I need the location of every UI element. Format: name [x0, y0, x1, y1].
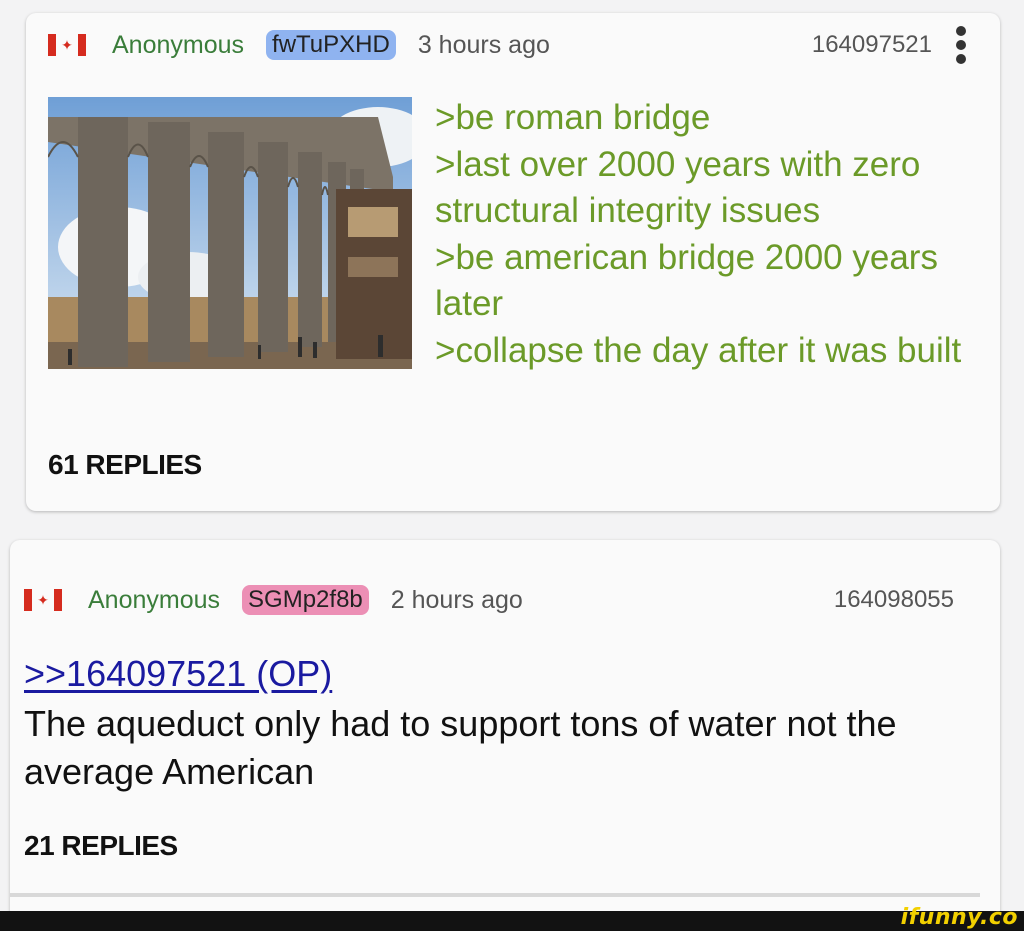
more-options-icon[interactable]: [954, 26, 968, 64]
reply-post-card[interactable]: ✦ Anonymous SGMp2f8b 2 hours ago 1640980…: [10, 540, 1000, 920]
author-name[interactable]: Anonymous: [88, 586, 220, 615]
greentext-line: >be american bridge 2000 years later: [435, 237, 948, 324]
ifunny-watermark: ifunny.co: [900, 905, 1018, 930]
replies-count-button[interactable]: 21 REPLIES: [24, 830, 178, 862]
post-number[interactable]: 164097521: [812, 31, 932, 59]
poster-id-badge[interactable]: fwTuPXHD: [266, 30, 396, 60]
timestamp: 3 hours ago: [417, 30, 550, 59]
op-post-header: ✦ Anonymous fwTuPXHD 3 hours ago 1640975…: [48, 26, 968, 64]
greentext-line: >be roman bridge: [435, 98, 711, 137]
timestamp: 2 hours ago: [390, 585, 523, 614]
comment-text: The aqueduct only had to support tons of…: [24, 703, 897, 792]
canada-flag-icon: ✦: [24, 589, 62, 611]
greentext-line: >collapse the day after it was built: [435, 330, 962, 370]
replies-count-button[interactable]: 61 REPLIES: [48, 449, 202, 481]
poster-id-badge[interactable]: SGMp2f8b: [242, 585, 369, 615]
op-post-card[interactable]: ✦ Anonymous fwTuPXHD 3 hours ago 1640975…: [26, 13, 1000, 511]
reply-post-header: ✦ Anonymous SGMp2f8b 2 hours ago 1640980…: [24, 582, 954, 618]
post-body-greentext: >be roman bridge >last over 2000 years w…: [435, 95, 980, 374]
post-number[interactable]: 164098055: [834, 586, 954, 614]
bottom-bar: [0, 911, 1024, 931]
divider: [10, 893, 980, 897]
author-name[interactable]: Anonymous: [112, 31, 244, 60]
post-image-thumbnail[interactable]: [48, 97, 412, 369]
canada-flag-icon: ✦: [48, 34, 86, 56]
quote-link[interactable]: >>164097521 (OP): [24, 653, 332, 695]
greentext-line: >last over 2000 years with zero structur…: [435, 144, 931, 231]
aqueduct-photo: [48, 97, 412, 369]
